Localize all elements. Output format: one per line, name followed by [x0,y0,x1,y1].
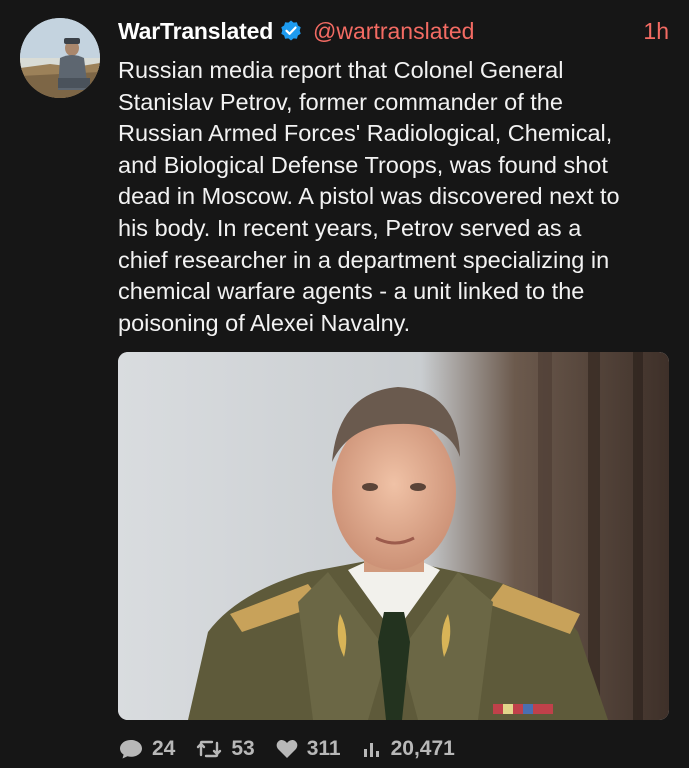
tweet[interactable]: WarTranslated @wartranslated 1h Russian … [0,0,689,768]
tweet-timestamp[interactable]: 1h [643,18,669,45]
avatar-photo-icon [20,18,100,98]
like-action[interactable]: 311 [275,737,341,761]
tweet-text: Russian media report that Colonel Genera… [118,57,620,336]
portrait-photo-icon [118,352,669,720]
reply-action[interactable]: 24 [118,737,175,761]
view-count: 20,471 [390,737,455,760]
avatar[interactable] [20,18,100,98]
like-count: 311 [306,737,341,760]
retweet-action[interactable]: 53 [195,737,255,761]
tweet-actions: 24 53 311 20,471 [118,734,475,764]
retweet-count: 53 [231,737,255,760]
tweet-media-photo[interactable] [118,352,669,720]
author-handle[interactable]: @wartranslated [313,18,474,45]
views-action[interactable]: 20,471 [361,737,455,761]
reply-icon [120,740,142,759]
tweet-header: WarTranslated @wartranslated 1h [118,14,669,48]
views-chart-icon [363,743,379,757]
reply-count: 24 [152,737,176,760]
retweet-icon [197,740,222,758]
author-display-name[interactable]: WarTranslated [118,18,273,45]
heart-icon [276,740,298,758]
verified-badge-icon [281,20,301,41]
